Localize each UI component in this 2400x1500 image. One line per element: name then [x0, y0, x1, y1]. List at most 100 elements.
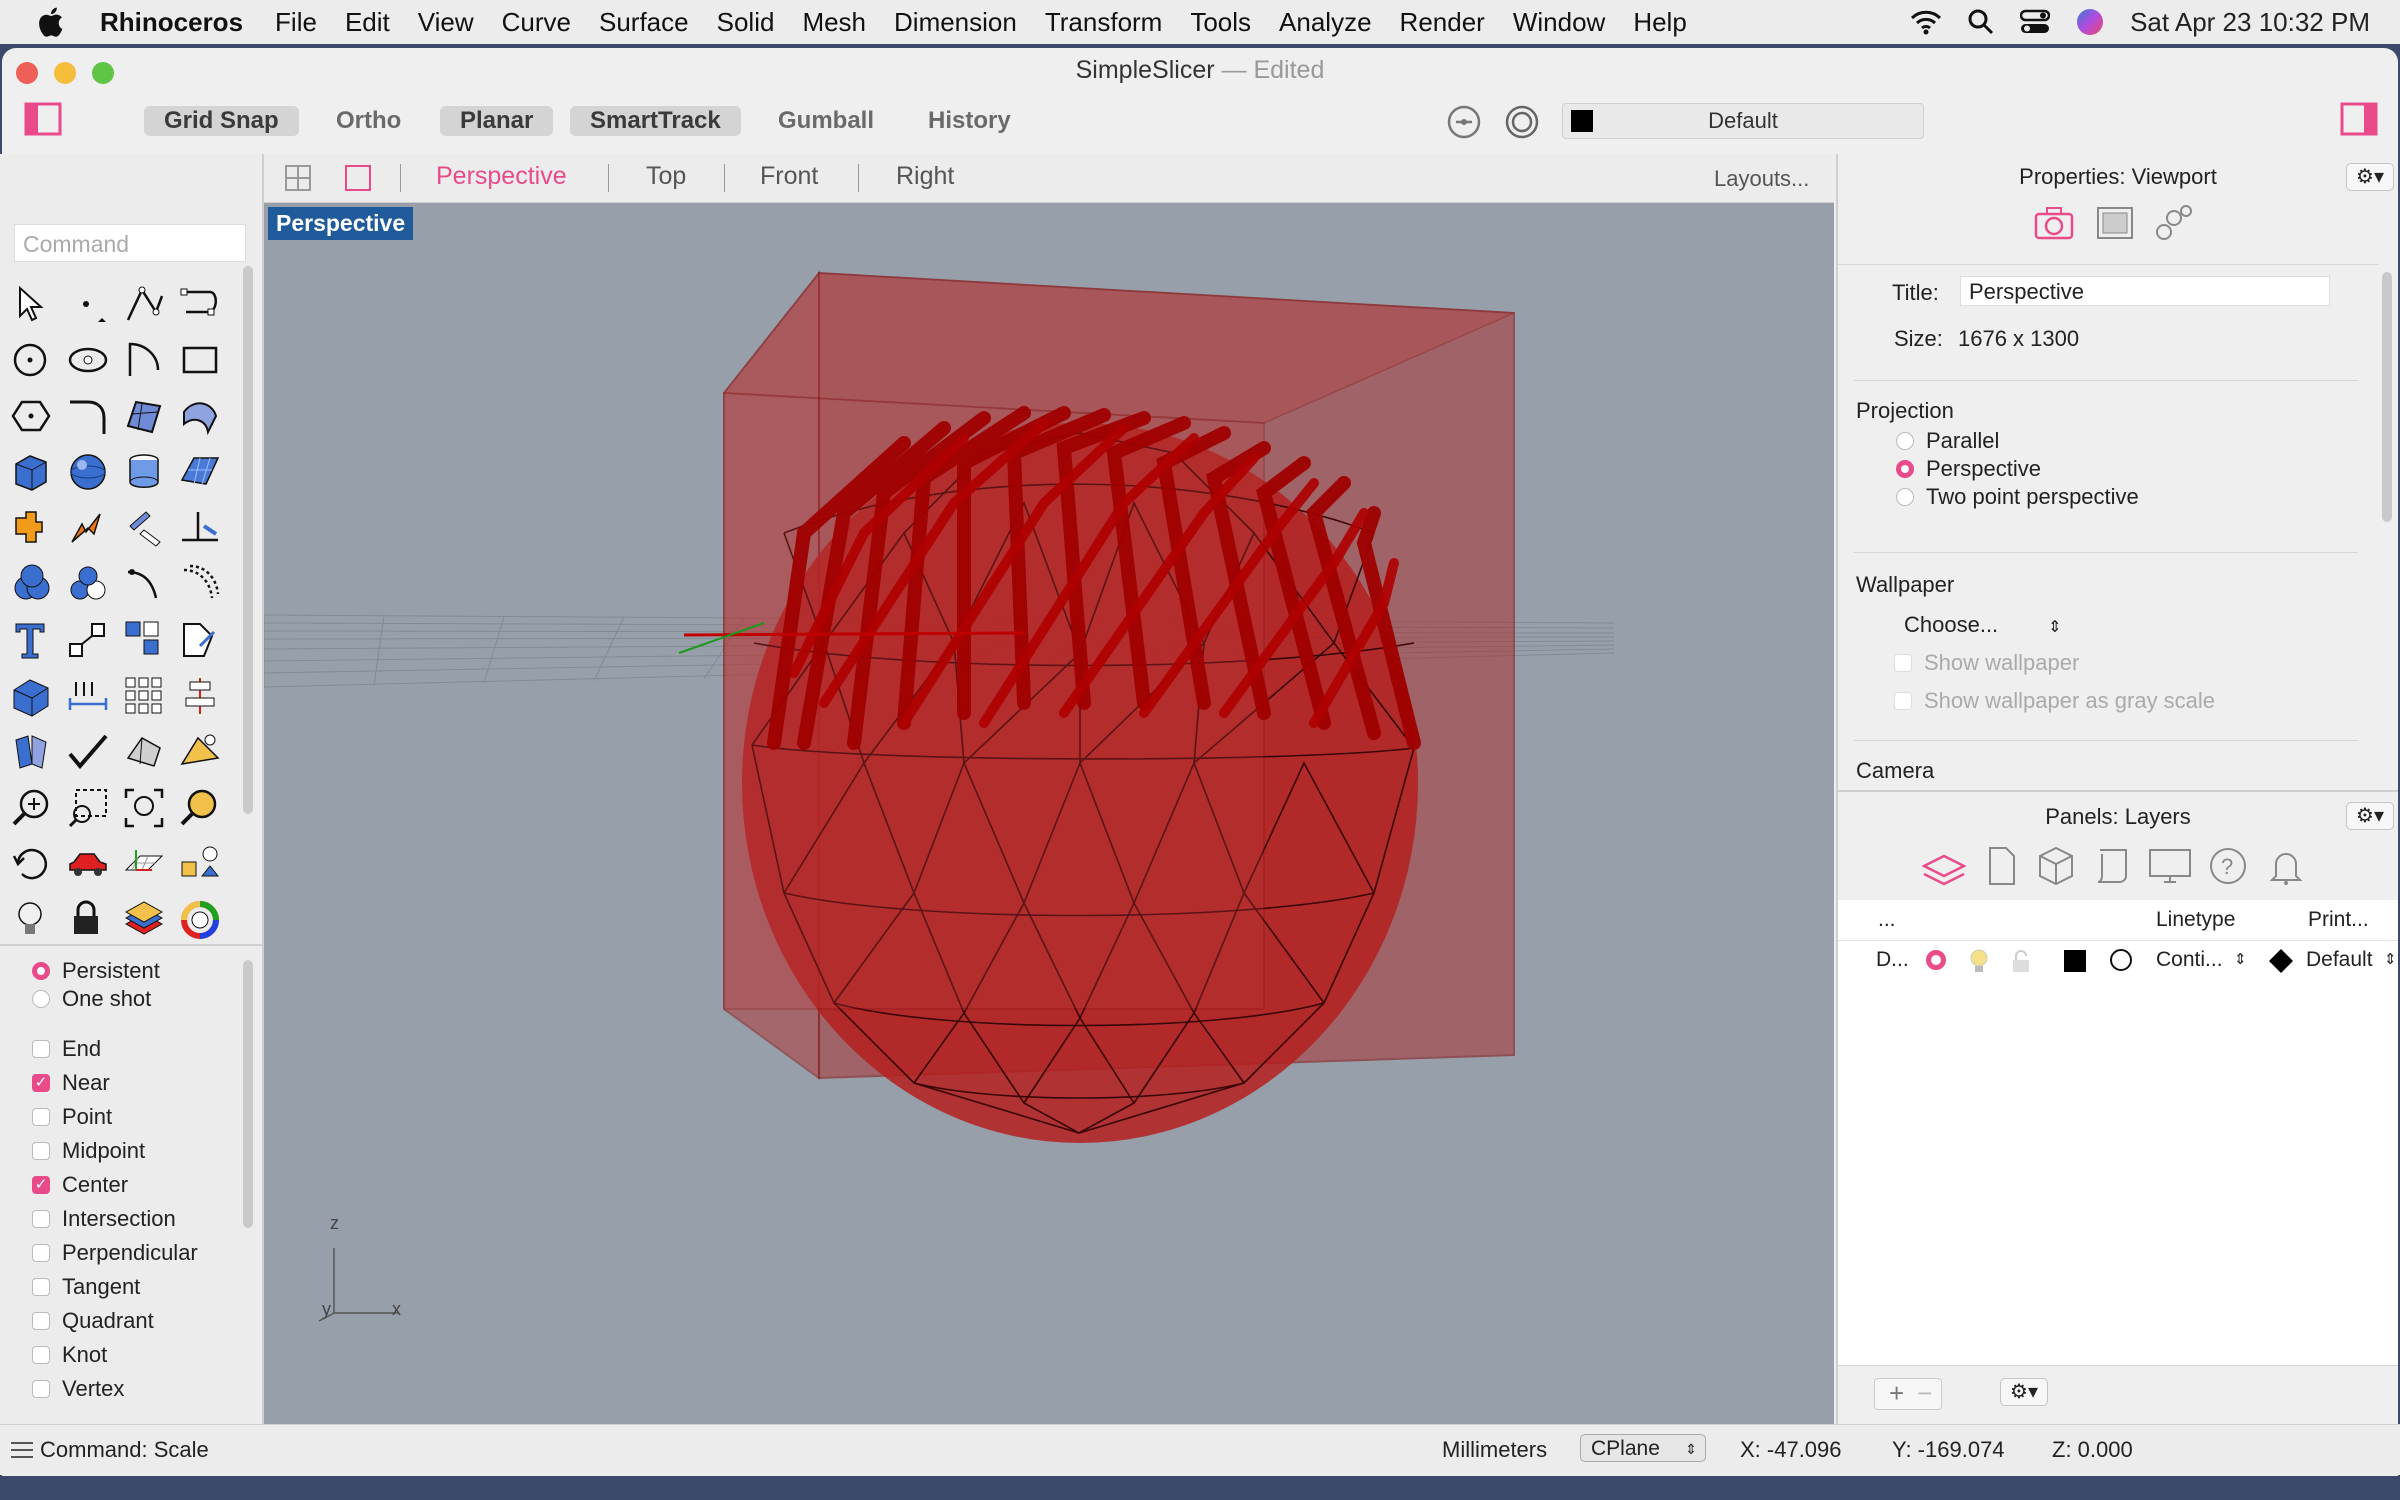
menu-tools[interactable]: Tools	[1190, 7, 1251, 38]
zoom-extents-icon[interactable]	[122, 786, 166, 830]
menu-analyze[interactable]: Analyze	[1279, 7, 1372, 38]
menu-help[interactable]: Help	[1633, 7, 1686, 38]
edit-points-icon[interactable]	[10, 506, 54, 550]
menu-app[interactable]: Rhinoceros	[100, 7, 243, 38]
zoom-icon[interactable]	[10, 786, 54, 830]
gumball-toggle[interactable]: Gumball	[758, 106, 894, 136]
layer-name[interactable]: D...	[1876, 948, 1909, 972]
point-icon[interactable]	[66, 282, 110, 326]
curve-icon[interactable]	[178, 282, 222, 326]
osnap-persistent-radio[interactable]: Persistent	[32, 958, 160, 984]
current-layer-dropdown[interactable]: Default	[1562, 103, 1924, 139]
wallpaper-choose-dropdown[interactable]: Choose... ⇕	[1904, 612, 2062, 638]
osnap-perpendicular-checkbox[interactable]: Perpendicular	[32, 1240, 198, 1266]
viewport-title-field[interactable]: Perspective	[1960, 276, 2330, 306]
osnap-near-checkbox[interactable]: ✓ Near	[32, 1070, 110, 1096]
show-wallpaper-checkbox[interactable]: Show wallpaper	[1894, 650, 2079, 676]
osnap-quadrant-checkbox[interactable]: Quadrant	[32, 1308, 154, 1334]
blend-curve-icon[interactable]	[122, 562, 166, 606]
fillet-curves-icon[interactable]	[66, 394, 110, 438]
osnap-oneshot-radio[interactable]: One shot	[32, 986, 151, 1012]
rectangle-icon[interactable]	[178, 338, 222, 382]
camera-icon[interactable]	[2034, 206, 2074, 240]
light-bulb-icon[interactable]	[10, 898, 54, 942]
select-arrow-icon[interactable]	[10, 282, 54, 326]
target-icon[interactable]	[1504, 104, 1540, 140]
tab-right[interactable]: Right	[896, 162, 954, 191]
sphere-icon[interactable]	[66, 450, 110, 494]
layer-print-width[interactable]: Default	[2306, 948, 2373, 972]
zoom-window-icon[interactable]	[66, 786, 110, 830]
menu-transform[interactable]: Transform	[1045, 7, 1163, 38]
help-icon[interactable]: ?	[2208, 846, 2248, 886]
sweep-surface-icon[interactable]	[178, 394, 222, 438]
menu-curve[interactable]: Curve	[502, 7, 571, 38]
osnap-midpoint-checkbox[interactable]: Midpoint	[32, 1138, 145, 1164]
polyline-icon[interactable]	[122, 282, 166, 326]
zoom-selected-icon[interactable]	[178, 786, 222, 830]
current-layer-indicator[interactable]	[1926, 950, 1946, 970]
grid-array-icon[interactable]	[122, 674, 166, 718]
projection-perspective-radio[interactable]: Perspective	[1896, 456, 2041, 482]
layer-stack-icon[interactable]	[122, 898, 166, 942]
osnap-scrollbar[interactable]	[243, 960, 253, 1228]
cplane-icon[interactable]	[122, 842, 166, 886]
align-icon[interactable]	[178, 674, 222, 718]
column-print[interactable]: Print...	[2308, 908, 2369, 932]
smarttrack-toggle[interactable]: SmartTrack	[570, 106, 741, 136]
column-name[interactable]: ...	[1878, 908, 1896, 932]
boolean-difference-icon[interactable]	[66, 562, 110, 606]
osnap-tangent-checkbox[interactable]: Tangent	[32, 1274, 140, 1300]
layer-lock-icon[interactable]	[2010, 948, 2032, 974]
tab-perspective[interactable]: Perspective	[436, 162, 567, 191]
script-icon[interactable]	[2092, 846, 2132, 886]
osnap-intersection-checkbox[interactable]: Intersection	[32, 1206, 176, 1232]
render-icon[interactable]	[178, 730, 222, 774]
menubar-clock[interactable]: Sat Apr 23 10:32 PM	[2130, 7, 2370, 38]
tool-palette-scrollbar[interactable]	[243, 266, 253, 814]
object-cube-icon[interactable]	[2036, 846, 2076, 886]
cylinder-icon[interactable]	[122, 450, 166, 494]
command-input[interactable]: Command	[14, 224, 246, 262]
show-gray-checkbox[interactable]: Show wallpaper as gray scale	[1894, 688, 2215, 714]
menu-window[interactable]: Window	[1513, 7, 1605, 38]
circle-icon[interactable]	[10, 338, 54, 382]
layers-icon[interactable]	[1922, 846, 1966, 886]
lock-icon[interactable]	[66, 898, 110, 942]
osnap-vertex-checkbox[interactable]: Vertex	[32, 1376, 124, 1402]
cplane-dropdown[interactable]: CPlane ⇕	[1580, 1434, 1706, 1462]
orient-icon[interactable]	[178, 618, 222, 662]
ellipse-icon[interactable]	[66, 338, 110, 382]
grid-snap-toggle[interactable]: Grid Snap	[144, 106, 299, 136]
osnap-center-checkbox[interactable]: ✓ Center	[32, 1172, 128, 1198]
properties-scrollbar[interactable]	[2382, 272, 2392, 522]
snap-geometry-icon[interactable]	[178, 842, 222, 886]
apple-icon[interactable]	[34, 4, 70, 40]
right-sidebar-toggle-icon[interactable]	[2340, 102, 2378, 136]
command-history-icon[interactable]	[10, 1441, 34, 1459]
osnap-point-checkbox[interactable]: Point	[32, 1104, 112, 1130]
layers-footer-gear-menu[interactable]: ⚙▾	[2000, 1378, 2048, 1406]
arc-icon[interactable]	[122, 338, 166, 382]
history-toggle[interactable]: History	[908, 106, 1031, 136]
menu-edit[interactable]: Edit	[345, 7, 390, 38]
offset-curve-icon[interactable]	[178, 562, 222, 606]
notification-bell-icon[interactable]	[2266, 846, 2306, 886]
menu-mesh[interactable]: Mesh	[802, 7, 866, 38]
tab-front[interactable]: Front	[760, 162, 818, 191]
projection-two-point-radio[interactable]: Two point perspective	[1896, 484, 2139, 510]
unroll-icon[interactable]	[10, 730, 54, 774]
text-icon[interactable]	[10, 618, 54, 662]
menu-file[interactable]: File	[275, 7, 317, 38]
siri-icon[interactable]	[2076, 8, 2104, 36]
tab-top[interactable]: Top	[646, 162, 686, 191]
units-label[interactable]: Millimeters	[1442, 1437, 1547, 1463]
trim-icon[interactable]	[178, 506, 222, 550]
wifi-icon[interactable]	[1910, 9, 1942, 35]
split-icon[interactable]	[122, 506, 166, 550]
shade-object-icon[interactable]	[122, 730, 166, 774]
menu-view[interactable]: View	[418, 7, 474, 38]
menu-dimension[interactable]: Dimension	[894, 7, 1017, 38]
extrude-icon[interactable]	[10, 674, 54, 718]
left-sidebar-toggle-icon[interactable]	[24, 102, 62, 136]
